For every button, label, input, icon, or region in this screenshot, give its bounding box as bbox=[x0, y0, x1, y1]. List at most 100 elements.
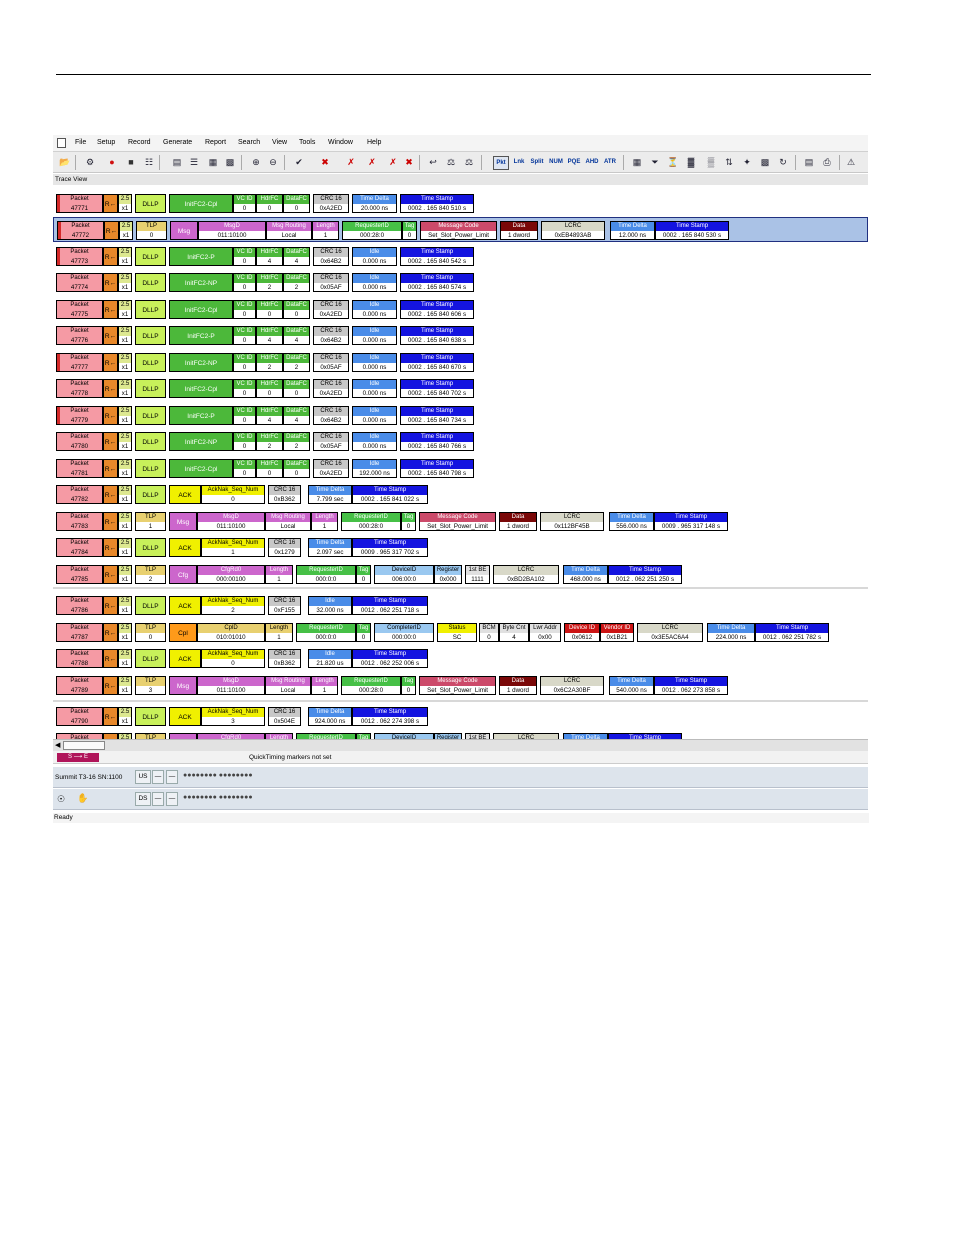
bcm[interactable]: BCM 0 bbox=[479, 623, 499, 642]
dllp-badge[interactable]: DLLP bbox=[135, 649, 166, 668]
dllp-type[interactable]: InitFC2-P bbox=[169, 247, 233, 266]
link-speed[interactable]: 2.5x1 bbox=[118, 512, 132, 531]
vc-id[interactable]: VC ID 0 bbox=[233, 326, 256, 345]
data-fc[interactable]: DataFC 4 bbox=[283, 326, 310, 345]
direction-badge[interactable]: R← bbox=[103, 326, 118, 345]
time-stamp[interactable]: Time Stamp 0002 . 165 840 510 s bbox=[400, 194, 474, 213]
histogram-icon[interactable]: ▒ bbox=[705, 156, 717, 168]
dllp-badge[interactable]: DLLP bbox=[135, 326, 166, 345]
vc-id[interactable]: VC ID 0 bbox=[233, 353, 256, 372]
lcrc[interactable]: LCRC 0x6C2A30BF bbox=[540, 676, 604, 695]
register[interactable]: Register 0x000 bbox=[434, 565, 462, 584]
crc16[interactable]: CRC 16 0xB362 bbox=[268, 485, 301, 504]
menu-tools[interactable]: Tools bbox=[299, 139, 315, 146]
link-speed[interactable]: 2.5x1 bbox=[118, 538, 132, 557]
search-marker-button[interactable]: S ⟶ E bbox=[57, 753, 99, 762]
dllp-type[interactable]: InitFC2-P bbox=[169, 406, 233, 425]
traffic-summary-icon[interactable]: ▦ bbox=[631, 156, 643, 168]
msg-routing[interactable]: Msg Routing Local bbox=[266, 221, 312, 240]
tlp-seq[interactable]: TLP 3 bbox=[135, 676, 166, 695]
length[interactable]: Length 1 bbox=[265, 565, 293, 584]
tlp-type[interactable]: Cpl bbox=[169, 623, 197, 642]
hdr-fc[interactable]: HdrFC 2 bbox=[256, 273, 283, 292]
packet-number[interactable]: Packet 47781 bbox=[56, 459, 103, 478]
tlp-type[interactable]: Msg bbox=[170, 221, 198, 240]
msg-d[interactable]: MsgD 011:10100 bbox=[197, 512, 265, 531]
acknak-seq[interactable]: AckNak_Seq_Num 2 bbox=[201, 596, 265, 615]
grid-icon[interactable]: ▩ bbox=[224, 156, 236, 168]
setup-icon[interactable]: ⚙ bbox=[84, 156, 96, 168]
link-speed[interactable]: 2.5x1 bbox=[118, 379, 132, 398]
hdr-fc[interactable]: HdrFC 4 bbox=[256, 406, 283, 425]
crc16[interactable]: CRC 16 0xB362 bbox=[268, 649, 301, 668]
pqe-button[interactable]: PQE bbox=[567, 156, 581, 168]
num-button[interactable]: NUM bbox=[549, 156, 563, 168]
lcrc[interactable]: LCRC 0x112BF45B bbox=[540, 512, 604, 531]
dllp-type[interactable]: InitFC2-Cpl bbox=[169, 379, 233, 398]
direction-badge[interactable]: R← bbox=[103, 596, 118, 615]
trace-row[interactable]: Packet 47779 R← 2.5 x1 DLLP InitFC2-P VC ID 0 Hdr… bbox=[53, 403, 868, 428]
menu-window[interactable]: Window bbox=[328, 139, 353, 146]
message-code[interactable]: Message Code Set_Slot_Power_Limit bbox=[419, 512, 496, 531]
tlp-type[interactable]: Cfg bbox=[169, 565, 197, 584]
print-icon[interactable]: ⎙ bbox=[821, 156, 833, 168]
direction-badge[interactable]: R← bbox=[103, 485, 118, 504]
length[interactable]: Length 1 bbox=[265, 623, 293, 642]
menu-search[interactable]: Search bbox=[238, 139, 260, 146]
hdr-fc[interactable]: HdrFC 4 bbox=[256, 326, 283, 345]
link-speed[interactable]: 2.5x1 bbox=[118, 273, 132, 292]
menu-setup[interactable]: Setup bbox=[97, 139, 115, 146]
menu-view[interactable]: View bbox=[272, 139, 287, 146]
trace-row[interactable]: Packet 47775 R← 2.5 x1 DLLP InitFC2-Cpl VC ID 0 H… bbox=[53, 297, 868, 322]
time-stamp[interactable]: Time Stamp 0012 . 062 274 398 s bbox=[352, 707, 428, 726]
time-delta[interactable]: Time Delta 468.000 ns bbox=[563, 565, 608, 584]
hand-icon[interactable]: ✋ bbox=[77, 793, 88, 804]
time-delta[interactable]: Time Delta 7.799 sec bbox=[308, 485, 352, 504]
time-stamp[interactable]: Time Stamp 0002 . 165 840 798 s bbox=[400, 459, 474, 478]
time-stamp[interactable]: Time Stamp 0012 . 062 252 006 s bbox=[352, 649, 428, 668]
packet-number[interactable]: Packet 47772 bbox=[57, 221, 104, 240]
packet-number[interactable]: Packet 47775 bbox=[56, 300, 103, 319]
dllp-badge[interactable]: DLLP bbox=[135, 432, 166, 451]
trace-row[interactable]: Packet 47786 R← 2.5 x1 DLLP ACK AckNak_Seq_Num 2… bbox=[53, 593, 868, 618]
time-delta[interactable]: Idle 0.000 ns bbox=[352, 247, 397, 266]
open-icon[interactable]: 📂 bbox=[59, 156, 71, 168]
packet-number[interactable]: Packet 47783 bbox=[56, 512, 103, 531]
direction-badge[interactable]: R← bbox=[103, 273, 118, 292]
acknak-seq[interactable]: AckNak_Seq_Num 0 bbox=[201, 649, 265, 668]
packet-number[interactable]: Packet 47777 bbox=[56, 353, 103, 372]
direction-badge[interactable]: R← bbox=[103, 194, 118, 213]
menu-record[interactable]: Record bbox=[128, 139, 151, 146]
data-fc[interactable]: DataFC 2 bbox=[283, 432, 310, 451]
time-stamp[interactable]: Time Stamp 0002 . 165 840 734 s bbox=[400, 406, 474, 425]
trace-row[interactable]: Packet 47782 R← 2.5 x1 DLLP ACK AckNak_Seq_Num 0… bbox=[53, 482, 868, 507]
time-stamp[interactable]: Time Stamp 0002 . 165 840 530 s bbox=[655, 221, 729, 240]
time-delta[interactable]: Idle 32.000 ns bbox=[308, 596, 352, 615]
vc-id[interactable]: VC ID 0 bbox=[233, 432, 256, 451]
hdr-fc[interactable]: HdrFC 0 bbox=[256, 459, 283, 478]
link-speed[interactable]: 2.5x1 bbox=[118, 707, 132, 726]
packet-number[interactable]: Packet 47786 bbox=[56, 596, 103, 615]
dllp-badge[interactable]: DLLP bbox=[135, 538, 166, 557]
crc16[interactable]: CRC 16 0xA2ED bbox=[313, 379, 349, 398]
link-speed[interactable]: 2.5x1 bbox=[118, 565, 132, 584]
tlp-seq[interactable]: TLP 0 bbox=[136, 221, 167, 240]
acknak-seq[interactable]: AckNak_Seq_Num 0 bbox=[201, 485, 265, 504]
msg-routing[interactable]: Msg Routing Local bbox=[265, 676, 311, 695]
direction-badge[interactable]: R← bbox=[103, 459, 118, 478]
direction-badge[interactable]: R← bbox=[103, 300, 118, 319]
tlp-seq[interactable]: TLP 0 bbox=[135, 623, 166, 642]
link-speed[interactable]: 2.5x1 bbox=[118, 194, 132, 213]
crc16[interactable]: CRC 16 0xA2ED bbox=[313, 459, 349, 478]
device-id[interactable]: DeviceID 006:00:0 bbox=[374, 565, 434, 584]
horizontal-scrollbar[interactable]: ◀ bbox=[53, 739, 868, 751]
dllp-type[interactable]: InitFC2-Cpl bbox=[169, 459, 233, 478]
hdr-fc[interactable]: HdrFC 4 bbox=[256, 247, 283, 266]
byte-cnt[interactable]: Byte Cnt 4 bbox=[499, 623, 529, 642]
time-delta[interactable]: Time Delta 2.097 sec bbox=[308, 538, 352, 557]
crc16[interactable]: CRC 16 0xA2ED bbox=[313, 194, 349, 213]
msg-d[interactable]: MsgD 011:10100 bbox=[197, 676, 265, 695]
compare-icon[interactable]: ▩ bbox=[759, 156, 771, 168]
menu-generate[interactable]: Generate bbox=[163, 139, 192, 146]
data-fc[interactable]: DataFC 0 bbox=[283, 194, 310, 213]
